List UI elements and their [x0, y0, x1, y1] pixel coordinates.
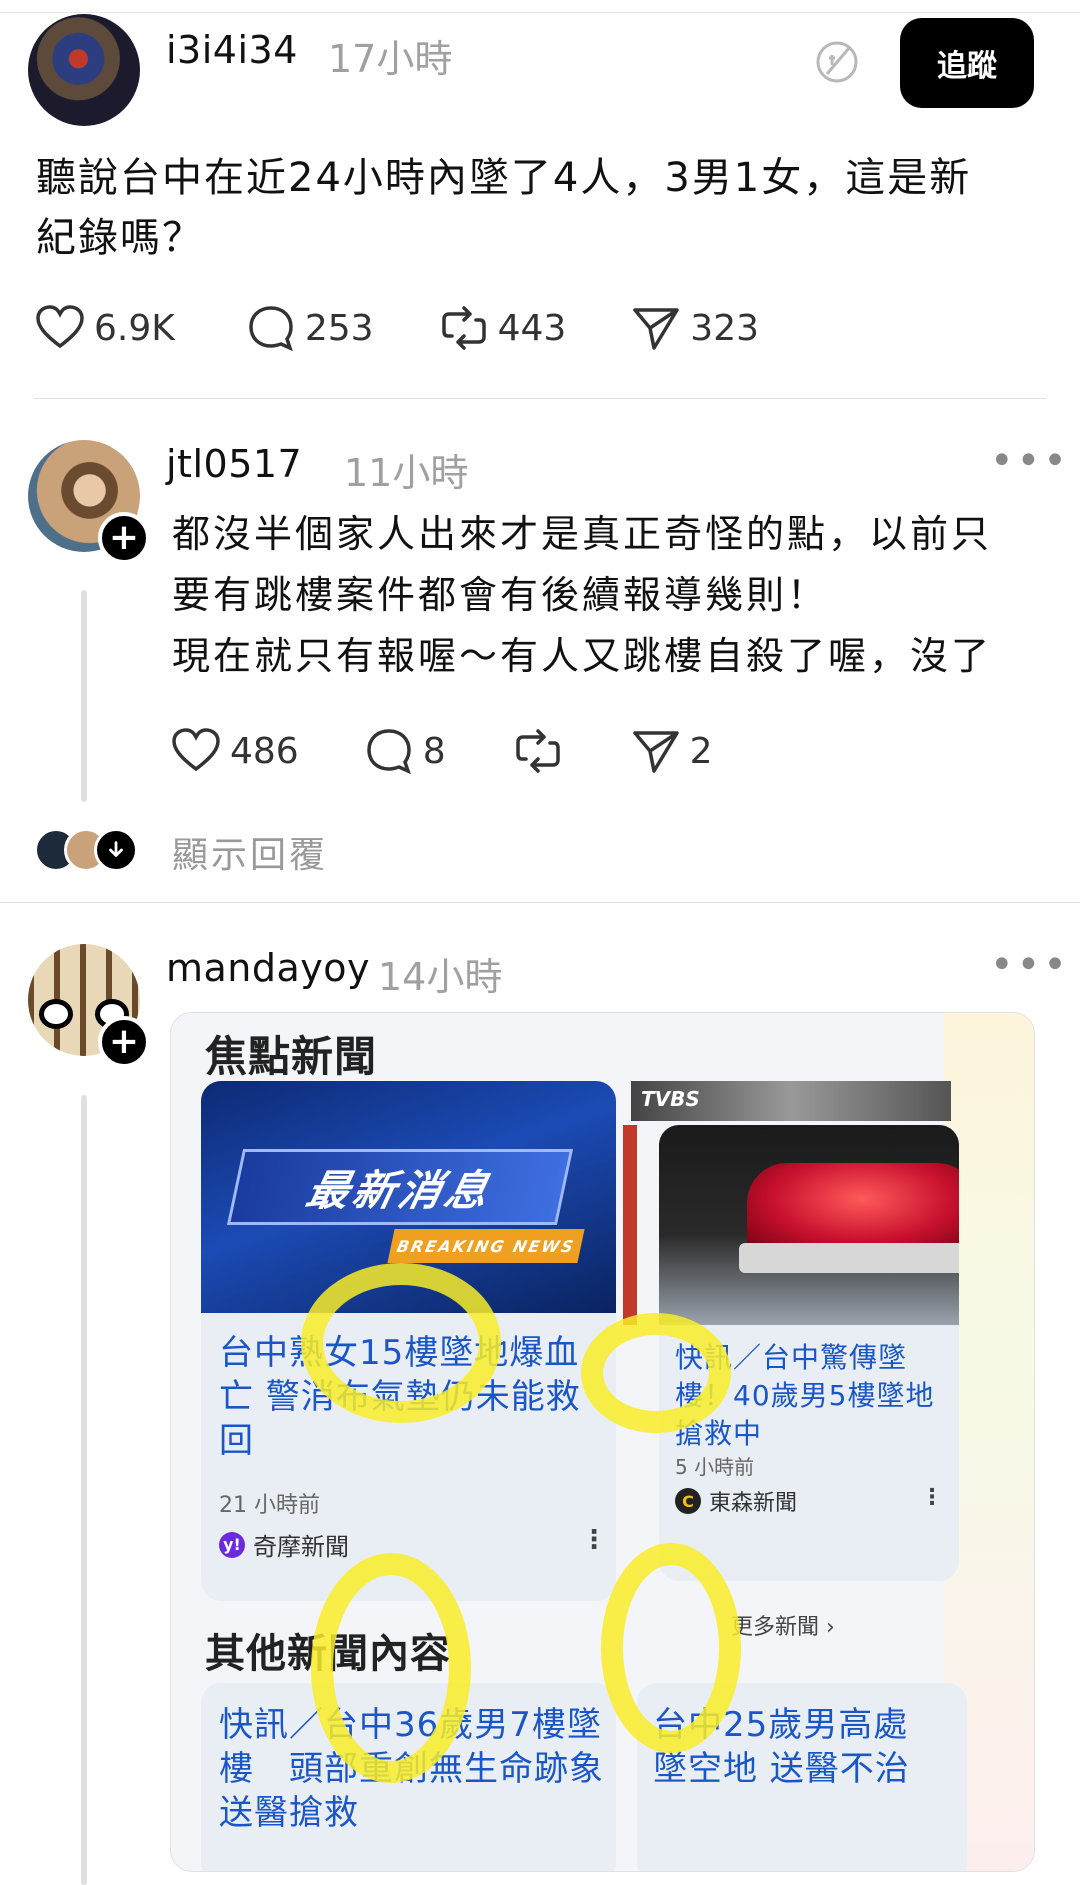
- news-source: y! 奇摩新聞: [219, 1527, 349, 1562]
- divider: [0, 902, 1080, 903]
- repost-button[interactable]: 443: [438, 302, 567, 354]
- comment-count: 253: [304, 307, 374, 349]
- yahoo-logo-icon: y!: [219, 1531, 245, 1558]
- divider: [34, 398, 1046, 399]
- attached-image[interactable]: 焦點新聞 最新消息 BREAKING NEWS 台中熟女15樓墜地爆血亡 警消布…: [170, 1012, 1035, 1872]
- share-button[interactable]: 323: [630, 302, 759, 354]
- more-options-icon[interactable]: •••: [990, 942, 1070, 988]
- repost-button[interactable]: [512, 725, 572, 777]
- news-source-name: 奇摩新聞: [253, 1533, 349, 1561]
- follow-button[interactable]: 追蹤: [900, 18, 1034, 108]
- reply1-username[interactable]: jtl0517: [166, 442, 302, 486]
- share-count: 2: [689, 730, 713, 772]
- siren-light: [747, 1163, 959, 1253]
- banner-text: 最新消息: [226, 1149, 574, 1225]
- reply1-text-line: 都沒半個家人出來才是真正奇怪的點，以前只: [172, 512, 993, 556]
- repost-icon: [441, 306, 486, 350]
- police-siren-image: [659, 1125, 959, 1325]
- plus-icon[interactable]: +: [98, 1016, 150, 1068]
- kebab-menu-icon: ⋮: [581, 1525, 607, 1555]
- highlight-mark: [311, 1553, 471, 1783]
- main-post-actions: 6.9K 253 443 323: [34, 302, 759, 354]
- comment-icon: [366, 729, 411, 775]
- kebab-menu-icon: ⋮: [921, 1485, 943, 1510]
- plus-icon[interactable]: +: [98, 512, 150, 564]
- share-button[interactable]: 2: [630, 725, 713, 777]
- news-time: 5 小時前: [675, 1455, 755, 1479]
- comment-button[interactable]: 8: [363, 725, 446, 777]
- highlight-mark: [581, 1313, 731, 1433]
- more-news-link: 更多新聞 ›: [731, 1615, 835, 1640]
- reply2-username[interactable]: mandayoy: [166, 946, 370, 990]
- send-icon: [633, 308, 680, 350]
- top-divider: [0, 12, 1080, 13]
- news-heading: 焦點新聞: [205, 1032, 378, 1081]
- reply1-text: 都沒半個家人出來才是真正奇怪的點，以前只 要有跳樓案件都會有後續報導幾則！ 現在…: [172, 504, 1032, 687]
- main-username[interactable]: i3i4i34: [166, 28, 298, 72]
- share-count: 323: [690, 307, 760, 349]
- like-count: 486: [230, 730, 299, 772]
- reply1-actions: 486 8 2: [170, 725, 713, 777]
- like-count: 6.9K: [94, 307, 175, 349]
- thread-line: [81, 590, 87, 802]
- news-time: 21 小時前: [219, 1493, 320, 1518]
- ettoday-logo-icon: C: [675, 1488, 701, 1514]
- reply-avatars[interactable]: [34, 828, 138, 872]
- main-post-text: 聽說台中在近24小時內墜了4人，3男1女，這是新紀錄嗎？: [36, 155, 972, 261]
- reply1-text-line: 現在就只有報喔～有人又跳樓自殺了喔，沒了: [172, 634, 993, 678]
- main-timestamp: 17小時: [328, 37, 453, 81]
- comment-icon: [249, 306, 293, 352]
- repost-icon: [515, 729, 560, 773]
- banner-sub: BREAKING NEWS: [387, 1229, 585, 1263]
- news-source-name: 東森新聞: [709, 1491, 798, 1516]
- heart-icon: [36, 305, 84, 349]
- send-icon: [632, 731, 679, 773]
- comment-button[interactable]: 253: [245, 302, 374, 354]
- highlight-mark: [301, 1263, 501, 1423]
- adjacent-tile-edge: [623, 1125, 637, 1325]
- reply1-timestamp: 11小時: [344, 451, 469, 495]
- highlight-mark: [601, 1543, 741, 1753]
- reply2-timestamp: 14小時: [378, 955, 503, 999]
- repost-count: 443: [497, 307, 567, 349]
- tvbs-watermark: TVBS: [641, 1087, 700, 1111]
- like-button[interactable]: 6.9K: [34, 302, 175, 354]
- siren-base: [739, 1243, 959, 1273]
- thread-line: [81, 1095, 87, 1885]
- more-options-icon[interactable]: •••: [990, 438, 1070, 484]
- comment-count: 8: [422, 730, 446, 772]
- avatar-eye: [39, 999, 73, 1029]
- tvbs-watermark-strip: TVBS: [631, 1081, 951, 1121]
- heart-icon: [172, 728, 220, 772]
- like-button[interactable]: 486: [170, 725, 299, 777]
- news-source: C 東森新聞: [675, 1485, 797, 1517]
- show-replies-link[interactable]: 顯示回覆: [172, 826, 328, 878]
- avatar-main-post[interactable]: [28, 14, 140, 126]
- translate-icon[interactable]: [813, 38, 861, 86]
- reply1-text-line: 要有跳樓案件都會有後續報導幾則！: [172, 573, 829, 617]
- arrow-down-icon: [94, 828, 138, 872]
